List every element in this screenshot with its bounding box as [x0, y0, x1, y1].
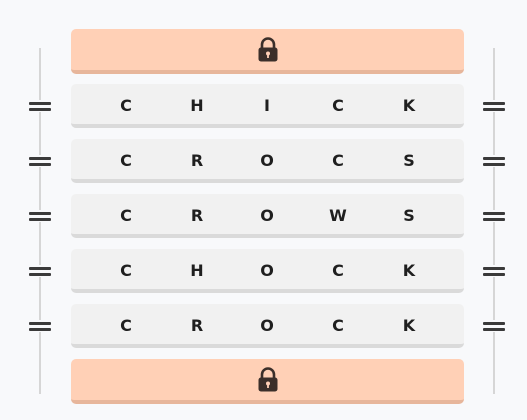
- letter-tile: C: [332, 151, 344, 170]
- letter-tile: R: [190, 151, 204, 170]
- letter-tile: K: [402, 316, 416, 335]
- letter-tile: K: [402, 96, 416, 115]
- word-row[interactable]: C H O C K: [71, 249, 464, 293]
- letter-tile: O: [260, 206, 274, 225]
- letter-tile: O: [260, 261, 274, 280]
- letter-tile: W: [329, 206, 347, 225]
- letter-tile: C: [120, 206, 132, 225]
- lock-icon: [257, 36, 279, 63]
- letter-tile: O: [260, 316, 274, 335]
- word-row[interactable]: C R O C K: [71, 304, 464, 348]
- drag-handle-icon[interactable]: [27, 155, 53, 167]
- drag-handle-icon[interactable]: [27, 320, 53, 332]
- letter-tile: C: [332, 96, 344, 115]
- letter-tile: I: [264, 96, 270, 115]
- word-ladder-board: C H I C K C R O C S C R O W S C H O C K …: [0, 0, 527, 420]
- letter-tile: H: [190, 96, 204, 115]
- word-row[interactable]: C H I C K: [71, 84, 464, 128]
- drag-handle-icon[interactable]: [27, 265, 53, 277]
- word-row[interactable]: C R O C S: [71, 139, 464, 183]
- drag-handle-icon[interactable]: [481, 100, 507, 112]
- letter-tile: C: [332, 316, 344, 335]
- letter-tile: C: [120, 261, 132, 280]
- lock-icon: [257, 366, 279, 393]
- drag-handle-icon[interactable]: [481, 210, 507, 222]
- letter-tile: K: [402, 261, 416, 280]
- letter-tile: S: [403, 151, 415, 170]
- letter-tile: C: [120, 96, 132, 115]
- letter-tile: H: [190, 261, 204, 280]
- letter-tile: R: [190, 316, 204, 335]
- drag-handle-icon[interactable]: [481, 320, 507, 332]
- letter-tile: C: [120, 151, 132, 170]
- locked-start-tile: [71, 29, 464, 74]
- locked-end-tile: [71, 359, 464, 404]
- letter-tile: R: [190, 206, 204, 225]
- letter-tile: C: [120, 316, 132, 335]
- drag-handle-icon[interactable]: [481, 265, 507, 277]
- word-row[interactable]: C R O W S: [71, 194, 464, 238]
- letter-tile: O: [260, 151, 274, 170]
- drag-handle-icon[interactable]: [27, 210, 53, 222]
- letter-tile: S: [403, 206, 415, 225]
- letter-tile: C: [332, 261, 344, 280]
- drag-handle-icon[interactable]: [481, 155, 507, 167]
- drag-handle-icon[interactable]: [27, 100, 53, 112]
